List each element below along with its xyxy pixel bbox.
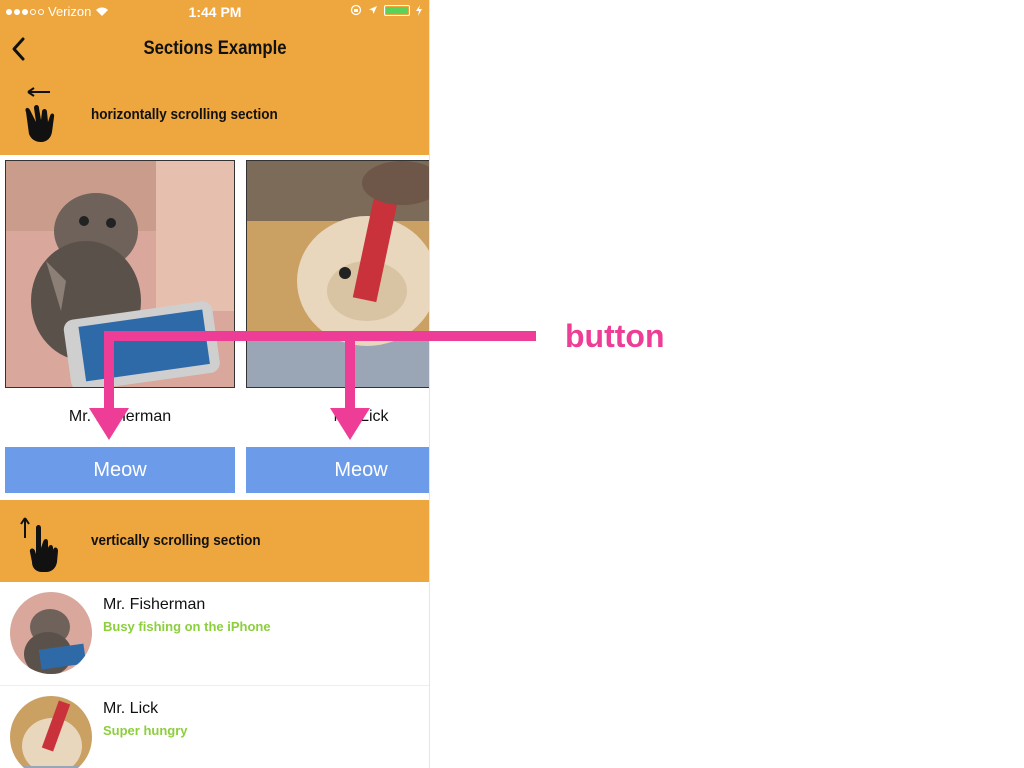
avatar — [10, 696, 92, 768]
cat-photo — [246, 160, 429, 388]
item-subtitle: Super hungry — [103, 723, 188, 738]
list-item[interactable]: Mr. Lick Super hungry — [0, 686, 429, 768]
cat-photo — [5, 160, 235, 388]
annotation-label: button — [565, 318, 665, 354]
hand-scroll-up-icon — [20, 517, 58, 572]
section-header-horizontal: horizontally scrolling section — [0, 74, 429, 156]
status-bar: Verizon 1:44 PM — [0, 0, 429, 24]
section-label: vertically scrolling section — [91, 532, 261, 549]
item-subtitle: Busy fishing on the iPhone — [103, 619, 271, 634]
meow-button[interactable]: Meow — [246, 447, 429, 493]
page-title: Sections Example — [143, 38, 287, 59]
list-item[interactable]: Mr. Fisherman Busy fishing on the iPhone — [0, 582, 429, 686]
item-name: Mr. Lick — [103, 700, 159, 717]
phone-screen: Verizon 1:44 PM Sections Example horizon… — [0, 0, 430, 768]
status-right — [350, 4, 422, 16]
hand-swipe-left-icon — [25, 87, 55, 142]
horizontal-scroll-section[interactable]: Mr. Fisherman Meow Mr. Lick Meow — [0, 155, 429, 500]
avatar — [10, 592, 92, 674]
nav-bar: Sections Example — [0, 24, 429, 74]
rotation-lock-icon — [350, 4, 362, 16]
item-name: Mr. Fisherman — [103, 596, 206, 613]
section-header-vertical: vertically scrolling section — [0, 500, 429, 582]
charging-bolt-icon — [416, 4, 422, 16]
location-arrow-icon — [369, 6, 377, 14]
cat-name: Mr. Lick — [333, 408, 389, 425]
battery-icon — [384, 4, 410, 16]
battery-level — [386, 6, 408, 14]
meow-button[interactable]: Meow — [5, 447, 235, 493]
section-label: horizontally scrolling section — [91, 106, 278, 123]
cat-name: Mr. Fisherman — [68, 408, 172, 425]
